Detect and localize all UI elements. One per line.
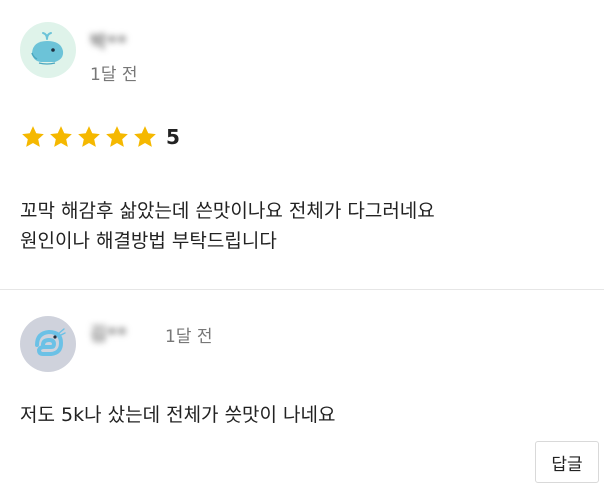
review-time: 1달 전: [90, 65, 138, 85]
review-item: 박** 1달 전 5 꼬막 해감후 삶았는데 쓴맛이나요 전체가 다그러네요 원…: [0, 0, 604, 290]
rating-score: 5: [166, 125, 180, 149]
review-item: 김** 1달 전 저도 5k나 샀는데 전체가 씃맛이 나네요: [0, 290, 604, 491]
review-time: 1달 전: [165, 327, 213, 347]
review-text: 저도 5k나 샀는데 전체가 씃맛이 나네요: [20, 400, 336, 430]
star-icon: [22, 126, 44, 147]
star-icon: [50, 126, 72, 147]
avatar: [20, 22, 76, 78]
star-icon: [106, 126, 128, 147]
avatar: [20, 316, 76, 372]
whale-icon: [31, 32, 64, 65]
reply-button[interactable]: 답글: [535, 441, 599, 483]
review-text: 꼬막 해감후 삶았는데 쓴맛이나요 전체가 다그러네요 원인이나 해결방법 부탁…: [20, 196, 435, 256]
review-text-line: 저도 5k나 샀는데 전체가 씃맛이 나네요: [20, 404, 336, 426]
star-icon: [134, 126, 156, 147]
review-text-line: 원인이나 해결방법 부탁드립니다: [20, 230, 277, 252]
star-icon: [78, 126, 100, 147]
shrimp-icon: [35, 328, 66, 356]
star-rating: 5: [20, 124, 180, 150]
review-text-line: 꼬막 해감후 삶았는데 쓴맛이나요 전체가 다그러네요: [20, 200, 435, 222]
author-name: 박**: [90, 32, 128, 53]
author-name: 김**: [90, 324, 128, 345]
